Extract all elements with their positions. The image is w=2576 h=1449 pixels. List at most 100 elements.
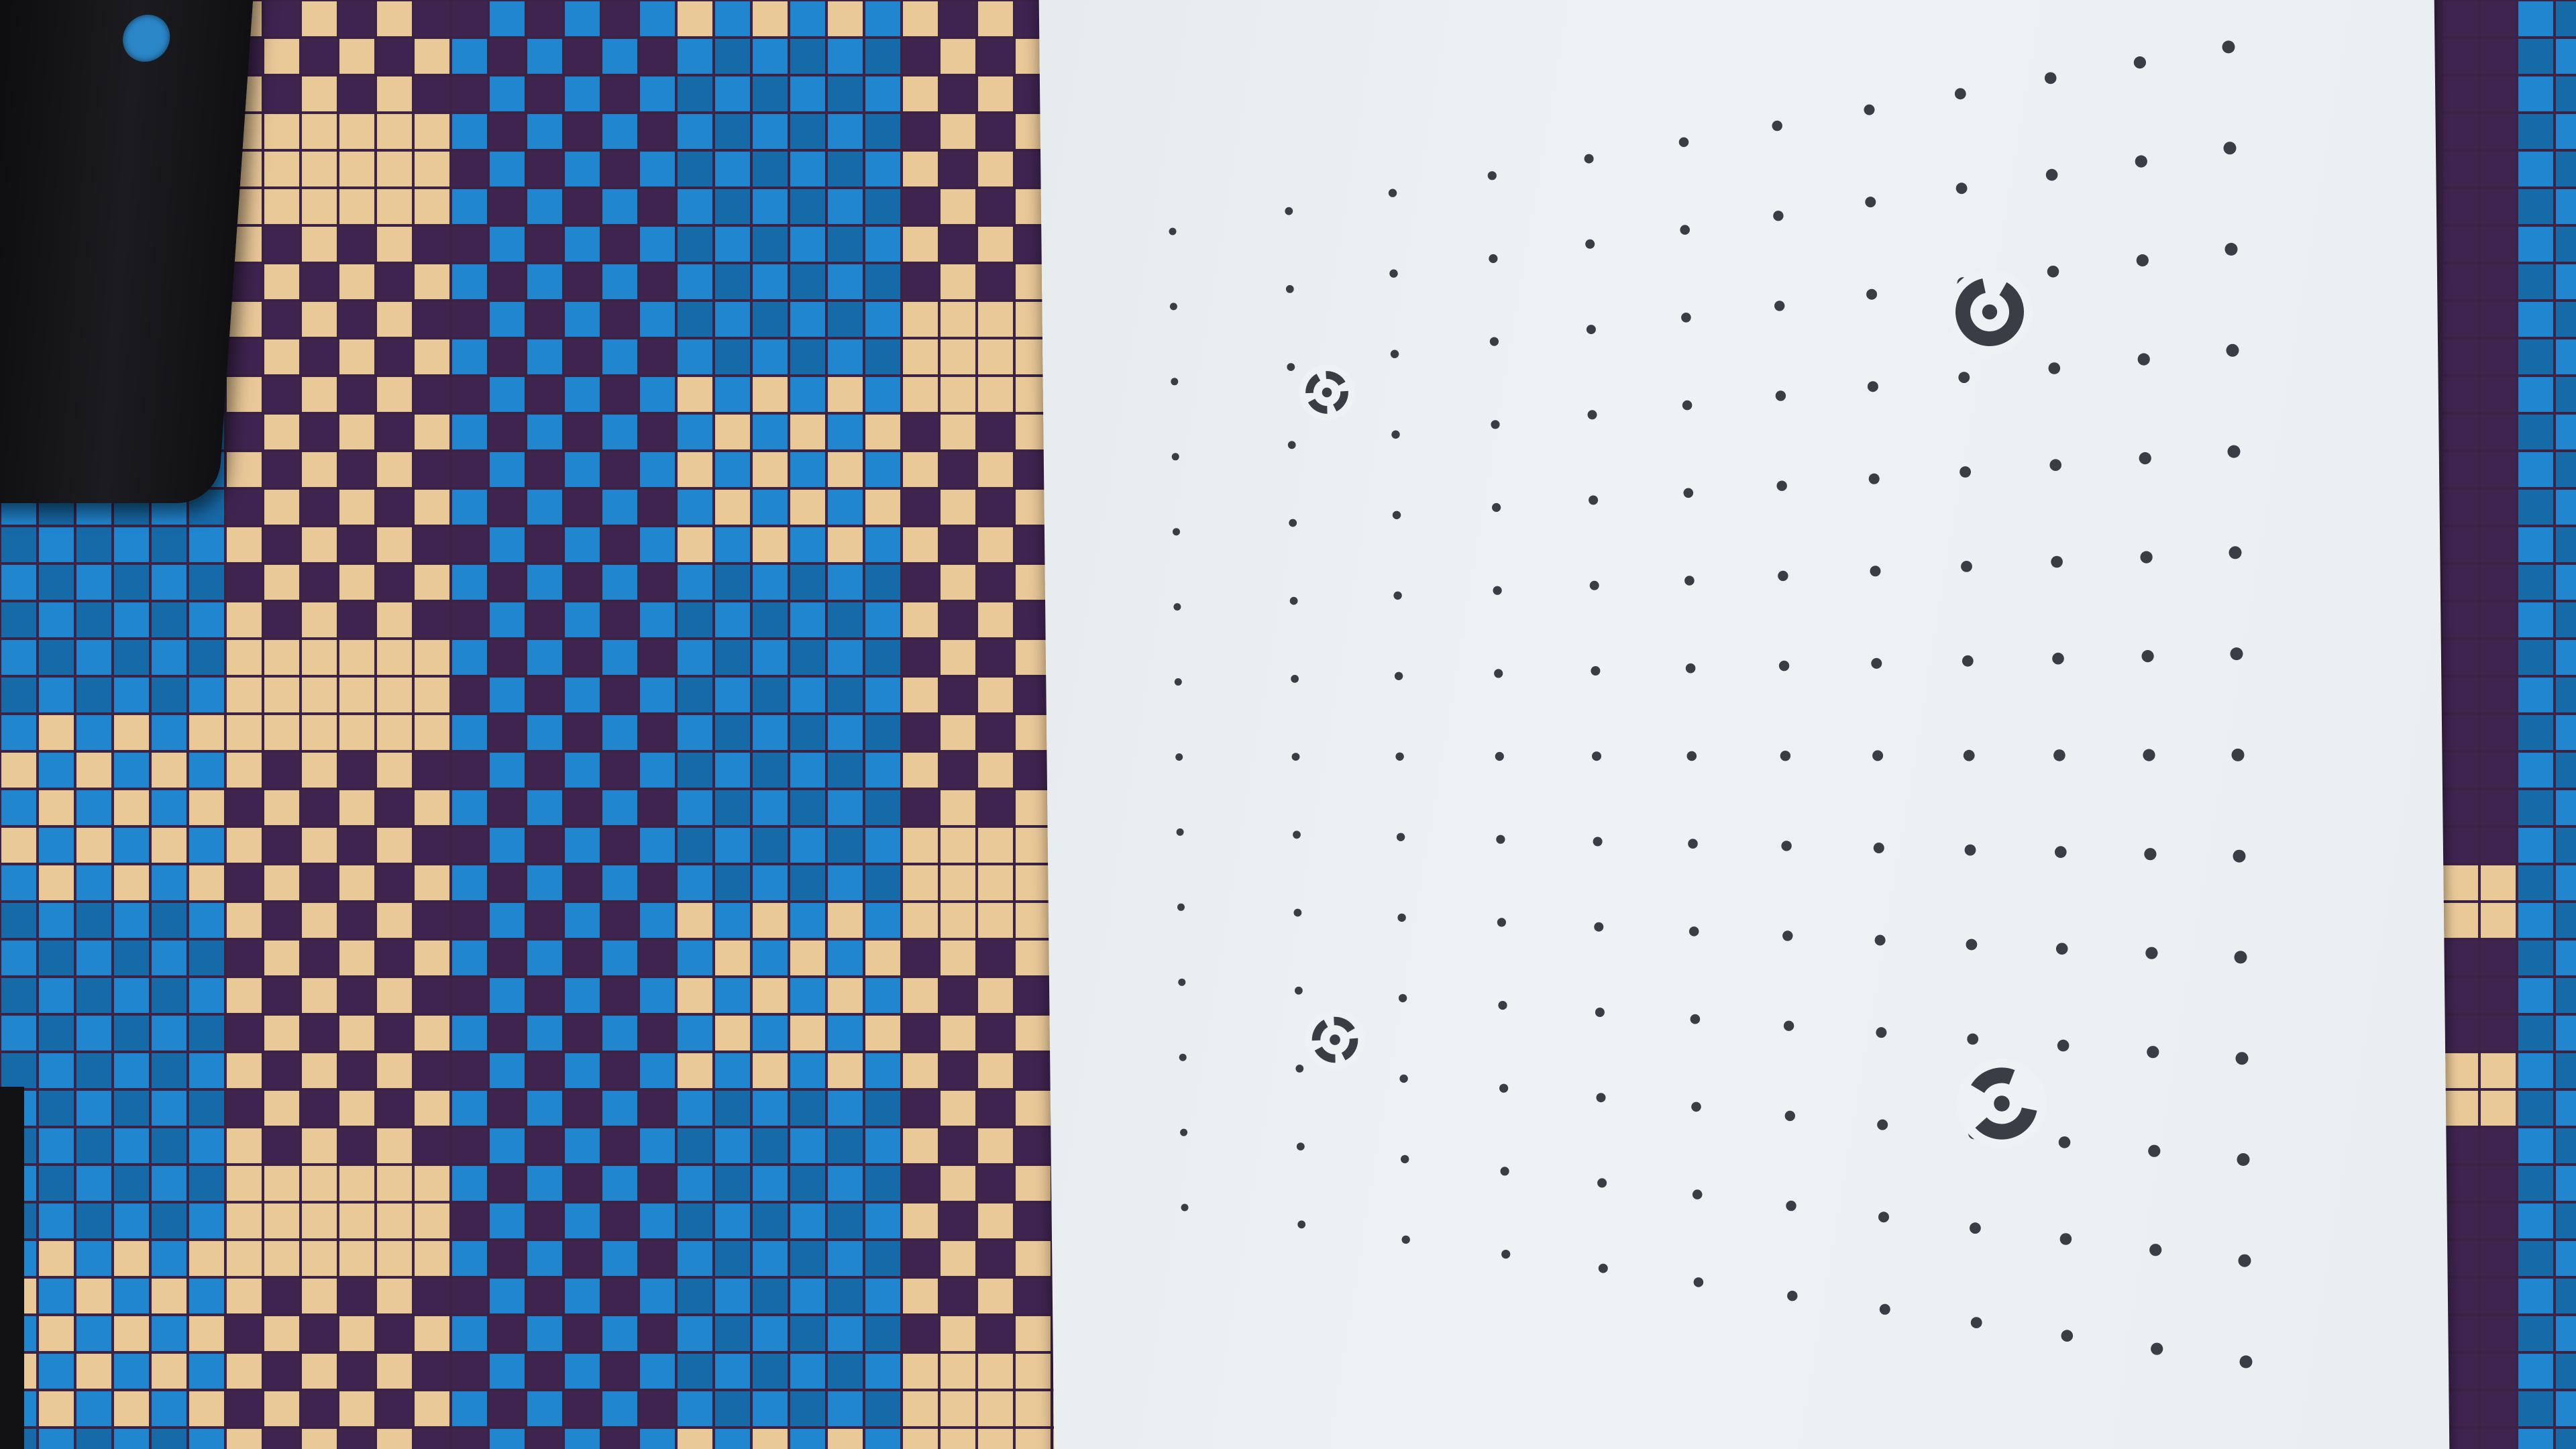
grid-dot: [1390, 350, 1399, 358]
grid-dot: [2227, 445, 2241, 458]
grid-dot: [2047, 266, 2059, 278]
grid-dot: [1598, 1263, 1608, 1273]
grid-dot: [1868, 473, 1880, 484]
grid-dot: [1285, 285, 1294, 293]
grid-dot: [2136, 254, 2149, 267]
grid-dot: [1489, 337, 1499, 346]
grid-dot: [1781, 841, 1792, 851]
grid-dot: [1289, 596, 1298, 605]
grid-dot: [1181, 1203, 1189, 1212]
grid-dot: [1291, 675, 1299, 683]
grid-dot: [2149, 1244, 2162, 1256]
grid-dot: [1970, 1222, 1981, 1234]
grid-dot: [2055, 846, 2067, 858]
grid-dot: [1498, 1001, 1507, 1010]
grid-dot: [2145, 947, 2158, 959]
grid-dot: [1876, 1027, 1887, 1038]
grid-dot: [1874, 934, 1886, 946]
grid-dot: [1596, 1093, 1606, 1103]
grid-dot: [2144, 848, 2157, 861]
grid-dot: [1287, 441, 1296, 449]
grid-dot: [1584, 154, 1594, 164]
grid-dot: [2133, 56, 2146, 69]
grid-dot: [1595, 1008, 1605, 1017]
grid-dot: [2222, 40, 2235, 54]
grid-dots: [1169, 40, 2253, 1368]
grid-dot: [1180, 1128, 1188, 1136]
grid-dot: [1787, 1291, 1798, 1301]
grid-dot: [1867, 381, 1878, 392]
grid-dot: [1593, 837, 1603, 847]
grid-dot: [1960, 466, 1972, 478]
grid-dot: [1680, 225, 1690, 235]
grid-dot: [1962, 655, 1974, 667]
grid-dot: [1592, 751, 1601, 761]
grid-dot: [1778, 660, 1790, 672]
grid-dot: [1393, 591, 1402, 600]
grid-dot: [2233, 849, 2246, 863]
photo-scene: [0, 0, 2576, 1449]
grid-dot: [1173, 603, 1181, 611]
grid-dot: [1395, 752, 1404, 761]
grid-dot: [1970, 1317, 1982, 1328]
grid-dot: [2049, 459, 2061, 471]
grid-dot: [2137, 353, 2150, 366]
grid-dot: [1591, 666, 1601, 676]
grid-dot: [1864, 104, 1875, 115]
grid-dot: [1295, 1065, 1304, 1073]
grid-dot: [1178, 978, 1186, 986]
grid-dot: [1399, 1074, 1408, 1083]
top-left-marker-center: [1322, 387, 1332, 398]
grid-dot: [2234, 951, 2247, 964]
grid-dot: [1586, 325, 1596, 335]
top-left-marker: [1299, 364, 1355, 421]
grid-dot: [2226, 343, 2239, 357]
grid-dot: [1293, 908, 1302, 917]
grid-dot: [1293, 830, 1301, 839]
grid-dot: [1772, 120, 1782, 131]
grid-dot: [1491, 420, 1500, 429]
grid-dot: [1177, 903, 1185, 911]
grid-dot: [1176, 828, 1184, 836]
grid-dot: [1685, 663, 1696, 674]
grid-dot: [1587, 410, 1597, 420]
grid-dot: [1169, 227, 1177, 235]
grid-dot: [1492, 502, 1501, 513]
grid-dot: [1692, 1189, 1703, 1199]
grid-dot: [1691, 1102, 1701, 1112]
grid-dot: [1597, 1178, 1607, 1188]
grid-dot: [1297, 1220, 1306, 1229]
grid-dot: [1786, 1200, 1796, 1212]
top-right-marker-center: [1982, 304, 1998, 320]
grid-dot: [1686, 751, 1697, 761]
grid-dot: [1773, 211, 1784, 221]
grid-dot: [1958, 372, 1970, 383]
grid-dot: [1966, 938, 1978, 951]
grid-dot: [2235, 1052, 2249, 1065]
grid-dot: [2044, 72, 2057, 85]
grid-dot: [2224, 243, 2238, 256]
grid-dot: [1683, 488, 1694, 498]
grid-dot: [1499, 1083, 1509, 1093]
grid-dot: [1878, 1212, 1889, 1223]
grid-dot: [1489, 254, 1498, 264]
grid-dot: [2059, 1233, 2072, 1245]
grid-dot: [1955, 182, 1968, 195]
grid-dot: [1961, 561, 1972, 572]
grid-dot: [1774, 301, 1785, 311]
grid-dot: [1870, 566, 1881, 577]
grid-dot: [1394, 672, 1403, 680]
grid-dot: [1589, 580, 1599, 590]
grid-dot: [1171, 453, 1179, 461]
grid-dot: [1174, 678, 1182, 686]
grid-dot: [1391, 430, 1400, 439]
grid-dot: [1879, 1303, 1890, 1315]
grid-dot: [1865, 197, 1876, 208]
grid-dot: [2147, 1046, 2159, 1059]
grid-dot: [1967, 1033, 1979, 1045]
grid-dot: [2139, 452, 2151, 465]
grid-dot: [1684, 576, 1695, 586]
grid-dot: [1877, 1119, 1888, 1130]
grid-dot: [1496, 835, 1505, 844]
grid-dot: [2051, 555, 2063, 568]
